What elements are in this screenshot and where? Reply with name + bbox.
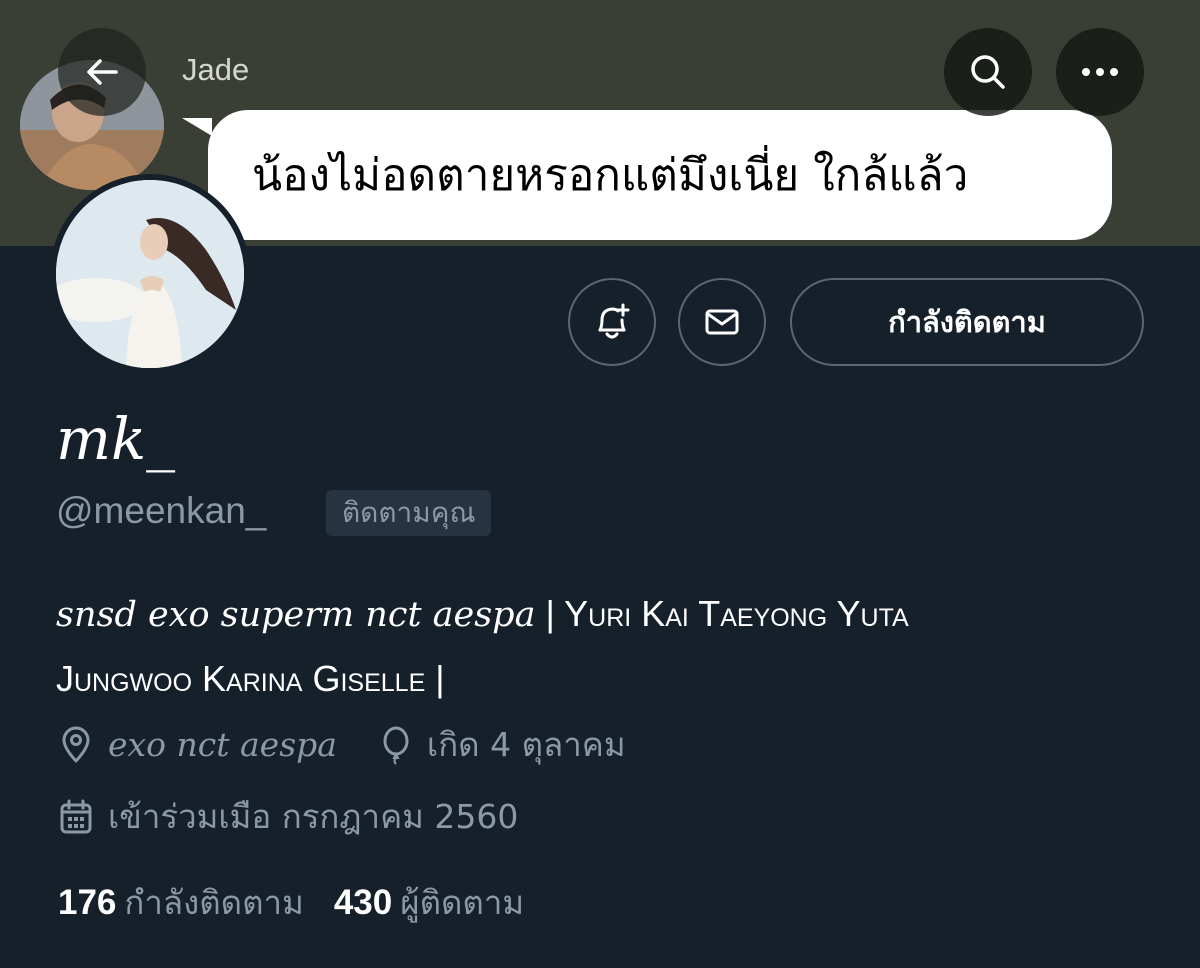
profile-meta-row: exo nct aespa เกิด 4 ตุลาคม: [58, 718, 626, 771]
bubble-tail: [182, 118, 212, 136]
following-label[interactable]: กำลังติดตาม: [124, 876, 303, 929]
follows-you-badge: ติดตามคุณ: [326, 490, 492, 536]
following-count[interactable]: 176: [58, 883, 116, 923]
more-icon: [1082, 68, 1118, 76]
birthday-text: เกิด 4 ตุลาคม: [426, 725, 626, 764]
calendar-icon: [60, 799, 92, 833]
notify-button[interactable]: [568, 278, 656, 366]
location-pin-icon: [62, 726, 90, 762]
user-handle: @meenkan_: [56, 490, 267, 531]
bio-members-line1: | Yuri Kai Taeyong Yuta: [535, 593, 909, 634]
bell-plus-icon: [598, 303, 630, 339]
profile-join-row: เข้าร่วมเมือ กรกฎาคม 2560: [58, 790, 518, 843]
balloon-icon: [383, 726, 409, 765]
message-button[interactable]: [678, 278, 766, 366]
profile-bio: snsd exo superm nct aespa | Yuri Kai Tae…: [56, 582, 1156, 712]
chat-message-text: น้องไม่อดตายหรอกแต่มึงเนี่ย ใกล้แล้ว: [252, 150, 969, 201]
more-button[interactable]: [1056, 28, 1144, 116]
followers-label[interactable]: ผู้ติดตาม: [400, 876, 524, 929]
bio-groups: snsd exo superm nct aespa: [56, 595, 536, 635]
follow-stats: 176 กำลังติดตาม 430 ผู้ติดตาม: [58, 876, 554, 929]
following-button[interactable]: กำลังติดตาม: [790, 278, 1144, 366]
display-name: mk_: [56, 405, 176, 473]
avatar-portrait-image: [56, 180, 244, 368]
joined-text: เข้าร่วมเมือ กรกฎาคม 2560: [108, 797, 519, 836]
chat-contact-name: Jade: [182, 52, 250, 87]
search-button[interactable]: [944, 28, 1032, 116]
followers-count[interactable]: 430: [334, 883, 392, 923]
chat-message-bubble: น้องไม่อดตายหรอกแต่มึงเนี่ย ใกล้แล้ว: [208, 110, 1112, 240]
search-icon: [971, 55, 1005, 89]
bio-members-line2: Jungwoo Karina Giselle |: [56, 658, 445, 699]
profile-avatar[interactable]: [50, 174, 250, 374]
profile-avatar-image: [56, 180, 244, 368]
arrow-left-icon: [87, 59, 118, 85]
mail-icon: [705, 309, 739, 335]
back-button[interactable]: [58, 28, 146, 116]
location-text: exo nct aespa: [108, 725, 337, 764]
